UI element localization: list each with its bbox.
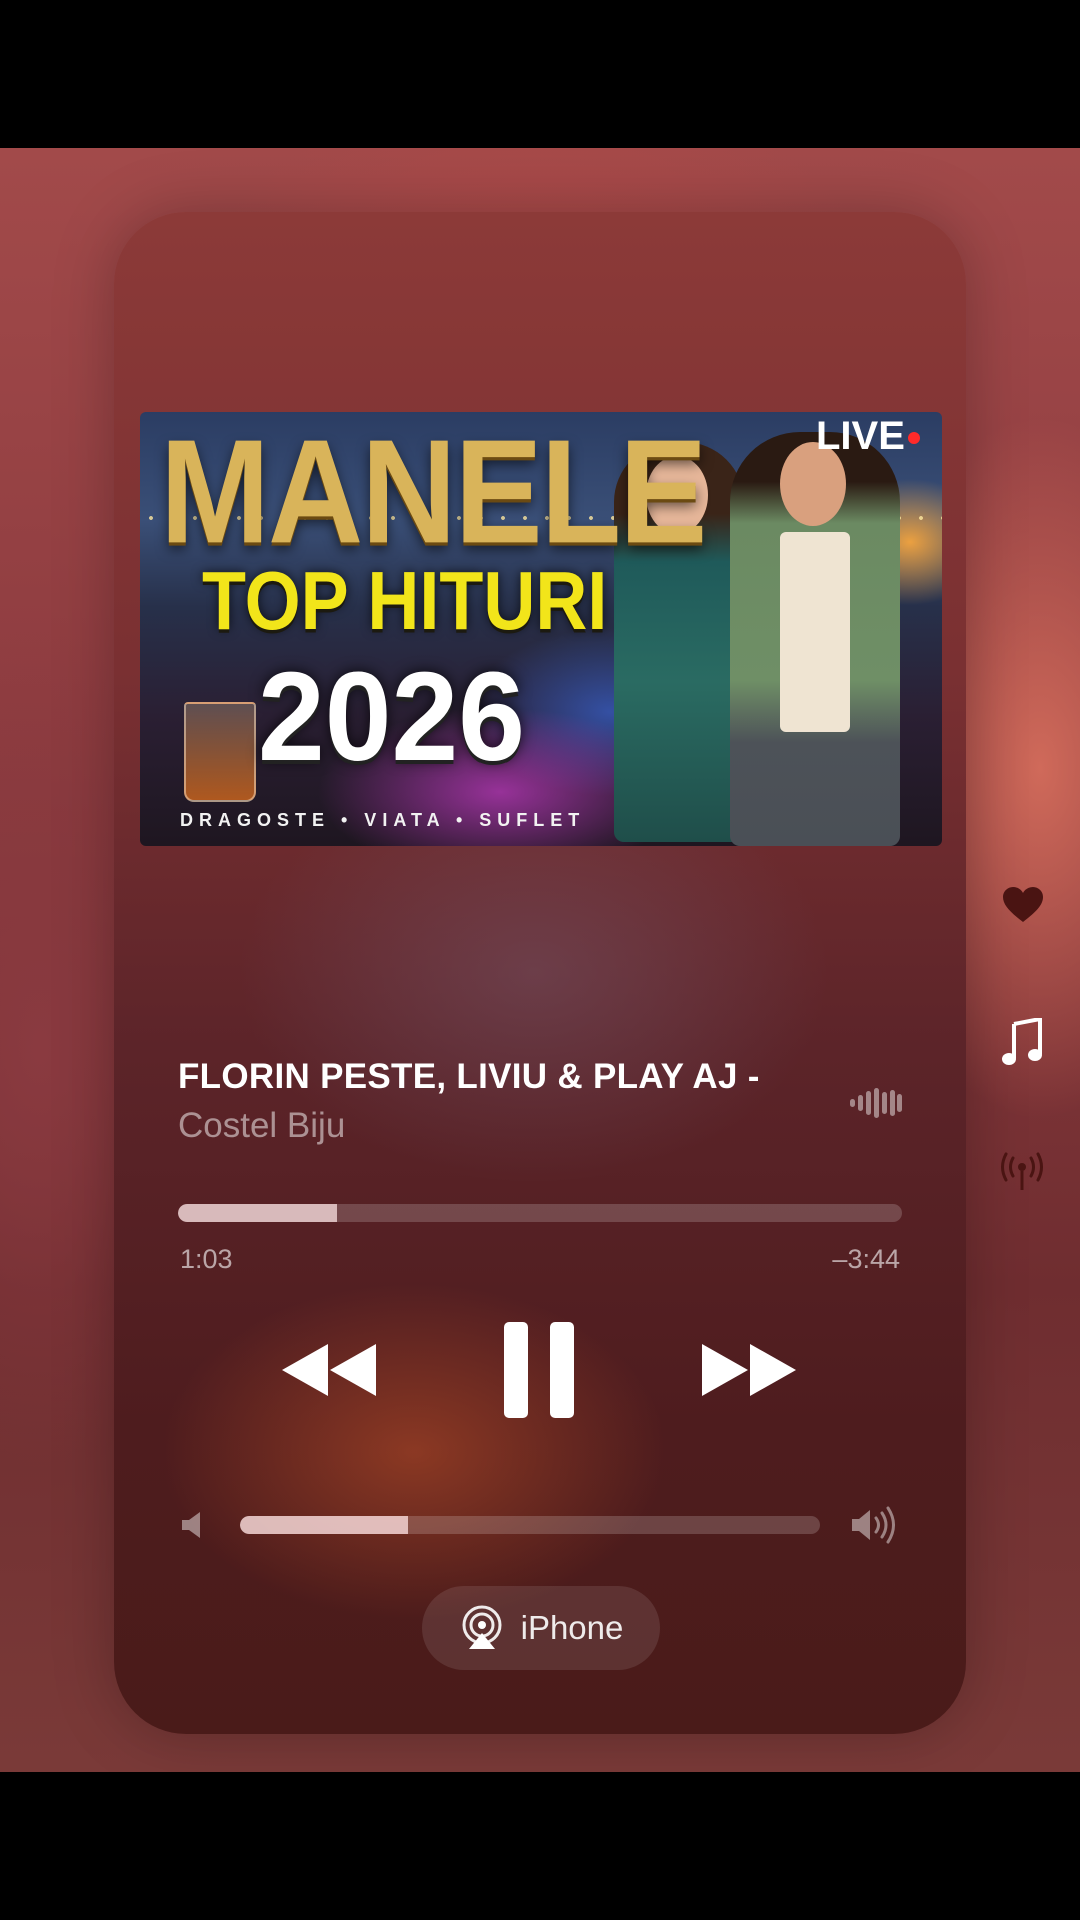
playback-progress-fill [178, 1204, 338, 1222]
playback-scrubber[interactable] [178, 1204, 902, 1222]
broadcast-icon[interactable] [998, 1152, 1046, 1192]
waveform-icon [850, 1088, 902, 1118]
artwork-headline: MANELE [160, 412, 707, 574]
heart-icon[interactable] [1002, 886, 1044, 924]
rewind-button[interactable] [280, 1340, 378, 1400]
artwork-year: 2026 [258, 646, 525, 788]
bottom-black-bar [0, 1772, 1080, 1920]
pause-button[interactable] [504, 1322, 574, 1418]
output-device-label: iPhone [520, 1609, 624, 1646]
volume-low-icon [182, 1512, 200, 1538]
track-title: FLORIN PESTE, LIVIU & PLAY AJ - [178, 1057, 760, 1096]
artwork-tagline: DRAGOSTE • VIATA • SUFLET [180, 810, 586, 830]
live-badge: LIVE [816, 414, 905, 458]
man-shirt [780, 532, 850, 732]
elapsed-time: 1:03 [180, 1244, 233, 1274]
audio-output-button[interactable]: iPhone [422, 1586, 660, 1670]
fast-forward-button[interactable] [700, 1340, 798, 1400]
album-artwork[interactable]: MANELE TOP HITURI 2026 DRAGOSTE • VIATA … [140, 412, 942, 846]
top-black-bar [0, 0, 1080, 148]
music-note-icon[interactable] [1002, 1018, 1042, 1066]
airplay-icon [462, 1605, 502, 1649]
track-artist[interactable]: Costel Biju [178, 1106, 345, 1146]
volume-fill [240, 1516, 409, 1534]
drink-glass [184, 702, 256, 802]
volume-high-icon [852, 1506, 895, 1544]
live-dot [908, 432, 920, 444]
remaining-time: –3:44 [832, 1244, 900, 1274]
volume-slider[interactable] [240, 1516, 820, 1534]
artwork-subheadline: TOP HITURI [202, 555, 608, 648]
